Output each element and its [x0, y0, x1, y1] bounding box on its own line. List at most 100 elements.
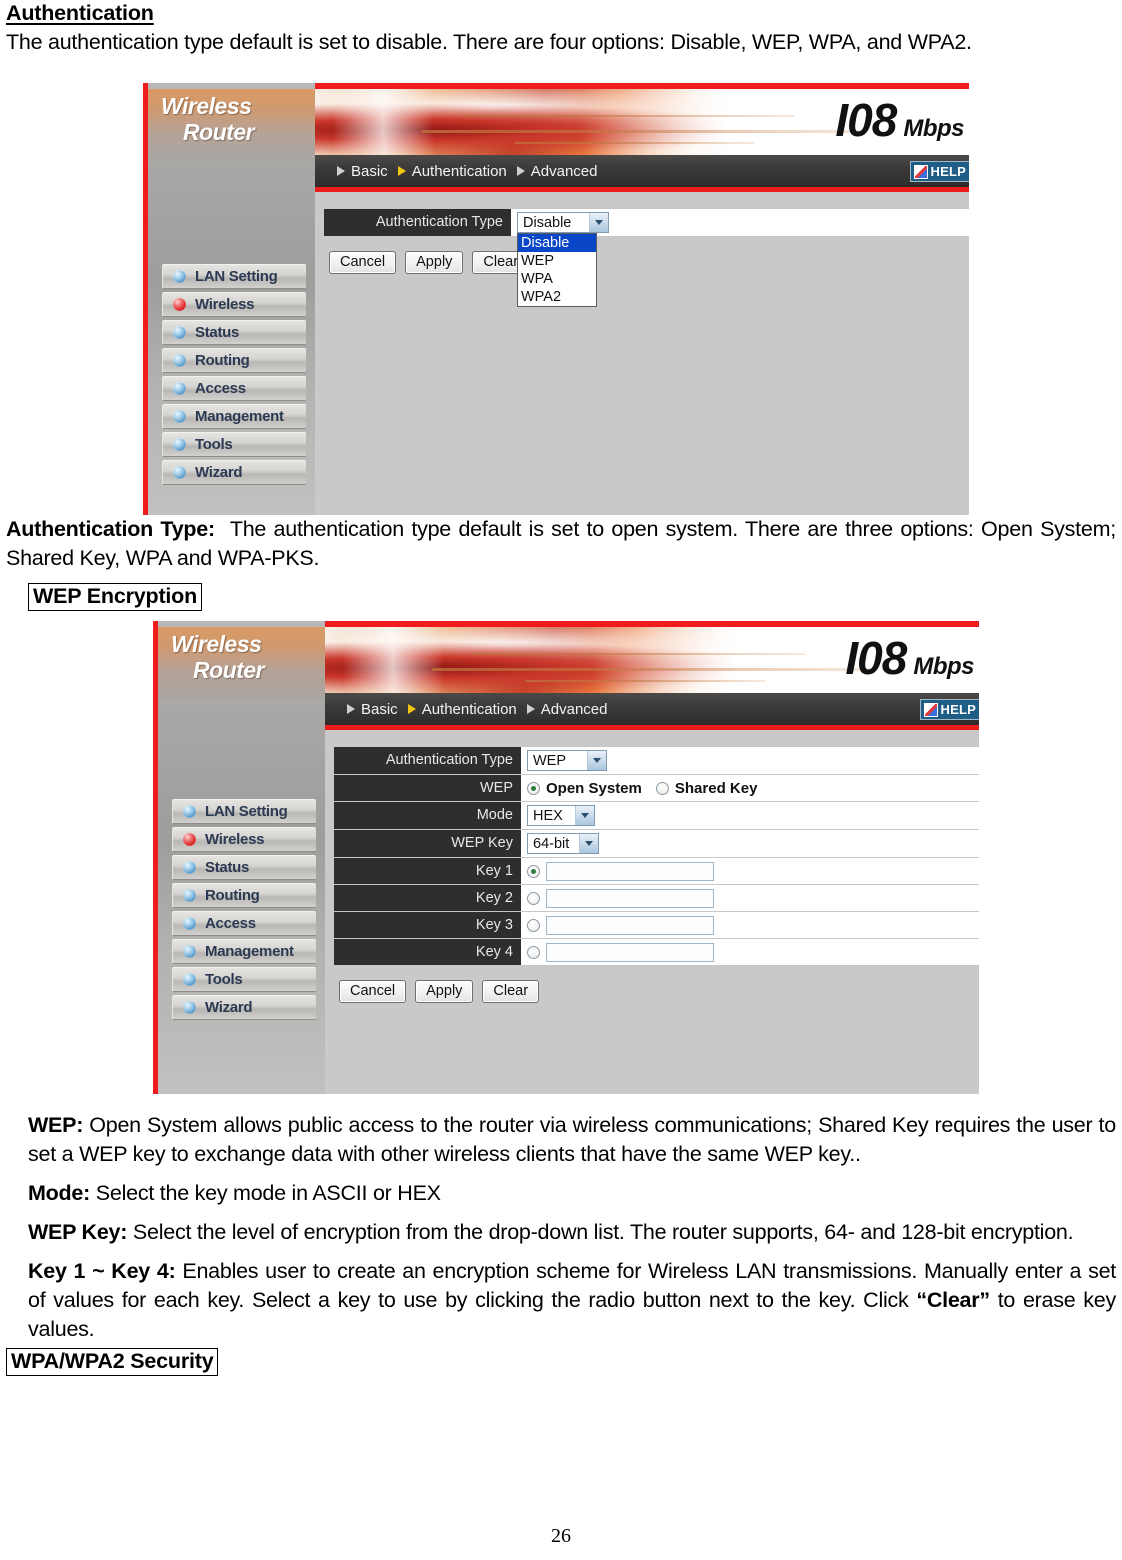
dropdown-option-wpa2[interactable]: WPA2 — [518, 288, 596, 306]
chevron-down-icon[interactable] — [587, 751, 606, 770]
key-2-input[interactable] — [546, 888, 714, 908]
tab-authentication[interactable]: Authentication — [402, 701, 517, 718]
wep-label: WEP: — [28, 1113, 84, 1137]
sidebar-item-wizard[interactable]: Wizard — [172, 995, 316, 1020]
sidebar-item-wireless[interactable]: Wireless — [172, 827, 316, 852]
row-value: 64-bit — [521, 830, 979, 857]
sidebar-item-label: Management — [205, 943, 294, 960]
cancel-button[interactable]: Cancel — [329, 251, 397, 274]
select-value: 64-bit — [533, 835, 570, 852]
sidebar-item-label: LAN Setting — [205, 803, 288, 820]
mode-select[interactable]: HEX — [527, 805, 595, 826]
sidebar-item-wizard[interactable]: Wizard — [162, 460, 306, 485]
sidebar-item-lan-setting[interactable]: LAN Setting — [172, 799, 316, 824]
speed-number: I08 — [845, 632, 907, 684]
sidebar-item-label: Routing — [205, 887, 260, 904]
sidebar-item-access[interactable]: Access — [172, 911, 316, 936]
sidebar-item-status[interactable]: Status — [162, 320, 306, 345]
sidebar-item-lan-setting[interactable]: LAN Setting — [162, 264, 306, 289]
sidebar-item-access[interactable]: Access — [162, 376, 306, 401]
wep-key-paragraph: WEP Key: Select the level of encryption … — [28, 1218, 1116, 1247]
tab-authentication[interactable]: Authentication — [392, 163, 507, 180]
radio-key-4[interactable] — [527, 945, 540, 959]
apply-button[interactable]: Apply — [405, 251, 464, 274]
tab-label: Basic — [351, 162, 388, 180]
radio-key-2[interactable] — [527, 891, 540, 905]
router-screenshot-authentication-disable: Wireless Router LAN Setting Wireless Sta… — [143, 83, 969, 515]
radio-key-1[interactable] — [527, 864, 540, 878]
row-label: Authentication Type — [334, 747, 521, 774]
apply-button[interactable]: Apply — [415, 980, 474, 1003]
radio-open-system[interactable] — [527, 781, 540, 795]
brand-banner: Wireless Router — [148, 89, 315, 161]
key-4-input[interactable] — [546, 942, 714, 962]
cancel-button[interactable]: Cancel — [339, 980, 407, 1003]
tab-basic[interactable]: Basic — [341, 701, 398, 718]
product-banner: I08 Mbps — [325, 627, 979, 693]
mode-paragraph: Mode: Select the key mode in ASCII or HE… — [28, 1179, 1116, 1208]
select-value: Disable — [523, 214, 572, 231]
dropdown-option-disable[interactable]: Disable — [518, 234, 596, 252]
authentication-type-select[interactable]: Disable Disable WEP WPA WPA2 — [517, 212, 609, 307]
router-content-area: Authentication Type WEP WEP Open System … — [325, 730, 979, 1094]
form-button-row: Cancel Apply Clear — [329, 237, 969, 274]
key-1-input[interactable] — [546, 861, 714, 881]
chevron-down-icon[interactable] — [579, 834, 598, 853]
key-range-quote: “Clear” — [916, 1288, 990, 1312]
authentication-type-select[interactable]: WEP — [527, 750, 607, 771]
sidebar-item-management[interactable]: Management — [162, 404, 306, 429]
help-button[interactable]: HELP — [919, 699, 979, 720]
authentication-type-dropdown-list[interactable]: Disable WEP WPA WPA2 — [517, 233, 597, 307]
router-tabbar: Basic Authentication Advanced HELP — [325, 693, 979, 730]
row-value: HEX — [521, 802, 979, 829]
sidebar-item-label: Status — [205, 859, 250, 876]
dropdown-option-wep[interactable]: WEP — [518, 252, 596, 270]
bullet-icon — [173, 410, 186, 423]
sidebar-item-routing[interactable]: Routing — [162, 348, 306, 373]
bullet-icon — [173, 326, 186, 339]
tab-advanced[interactable]: Advanced — [511, 163, 597, 180]
tab-basic[interactable]: Basic — [331, 163, 388, 180]
sidebar-item-tools[interactable]: Tools — [162, 432, 306, 457]
radio-key-3[interactable] — [527, 918, 540, 932]
wpa-security-heading-wrap: WPA/WPA2 Security — [6, 1348, 1116, 1376]
chevron-down-icon[interactable] — [589, 213, 608, 232]
form-row-mode: Mode HEX — [334, 802, 979, 830]
clear-button[interactable]: Clear — [482, 980, 540, 1003]
help-button[interactable]: HELP — [909, 161, 969, 182]
tab-label: Advanced — [540, 700, 608, 718]
router-screenshot-wep-encryption: Wireless Router LAN Setting Wireless Sta… — [153, 621, 979, 1094]
row-value: WEP — [521, 747, 979, 774]
brand-banner: Wireless Router — [158, 627, 325, 699]
radio-shared-key[interactable] — [655, 781, 669, 795]
key-3-input[interactable] — [546, 915, 714, 935]
speed-unit: Mbps — [903, 115, 964, 142]
mode-body: Select the key mode in ASCII or HEX — [95, 1181, 441, 1205]
row-value — [521, 912, 979, 938]
sidebar-item-tools[interactable]: Tools — [172, 967, 316, 992]
sidebar-item-status[interactable]: Status — [172, 855, 316, 880]
speed-unit: Mbps — [913, 653, 974, 680]
sidebar-item-routing[interactable]: Routing — [172, 883, 316, 908]
brand-text: Wireless Router — [161, 93, 255, 145]
triangle-right-icon — [337, 166, 345, 176]
bullet-icon — [183, 889, 196, 902]
heading-text: Authentication — [6, 1, 154, 25]
sidebar-item-label: Wizard — [195, 464, 243, 481]
dropdown-option-wpa[interactable]: WPA — [518, 270, 596, 288]
banner-streak — [515, 142, 756, 144]
bullet-icon — [173, 354, 186, 367]
sidebar-item-wireless[interactable]: Wireless — [162, 292, 306, 317]
sidebar-item-management[interactable]: Management — [172, 939, 316, 964]
form-row-wep-key: WEP Key 64-bit — [334, 830, 979, 858]
tab-advanced[interactable]: Advanced — [521, 700, 608, 718]
help-label: HELP — [930, 164, 966, 179]
tab-label: Basic — [361, 700, 398, 718]
wep-key-length-select[interactable]: 64-bit — [527, 833, 599, 854]
tab-label: Authentication — [421, 700, 517, 718]
chevron-down-icon[interactable] — [575, 806, 594, 825]
key-range-label: Key 1 ~ Key 4: — [28, 1259, 176, 1283]
sidebar-item-label: Access — [195, 380, 246, 397]
bullet-icon — [183, 973, 196, 986]
brand-line-2: Router — [193, 657, 265, 683]
